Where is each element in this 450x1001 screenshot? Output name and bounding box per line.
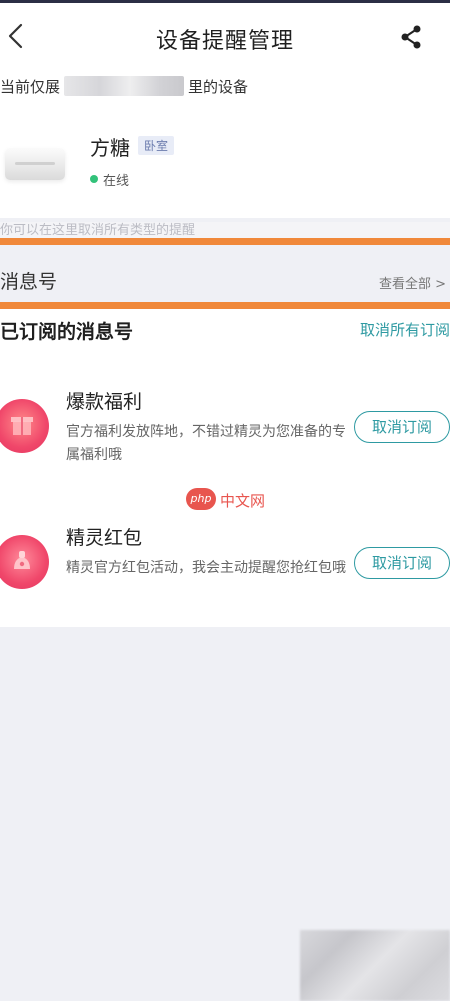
online-status-dot	[90, 175, 98, 183]
red-packet-icon	[0, 535, 49, 589]
blurred-corner-area	[300, 930, 450, 1001]
online-status-text: 在线	[103, 174, 130, 189]
item-name: 爆款福利	[66, 391, 143, 413]
view-all-link[interactable]: 查看全部 >	[379, 273, 446, 292]
list-item[interactable]: 精灵红包 精灵官方红包活动，我会主动提醒您抢红包哦 取消订阅	[0, 523, 450, 623]
unsubscribe-button[interactable]: 取消订阅	[354, 547, 450, 579]
device-name[interactable]: 方糖	[90, 132, 130, 161]
blurred-owner-name	[64, 76, 185, 96]
cancel-all-button[interactable]: 取消所有订阅	[360, 319, 450, 340]
highlight-line-top	[0, 238, 450, 245]
room-badge: 卧室	[138, 136, 175, 155]
gift-glyph	[11, 417, 33, 435]
share-button[interactable]	[390, 17, 430, 57]
current-prefix: 当前仅展	[0, 78, 61, 96]
device-image	[5, 148, 65, 180]
red-packet-glyph	[14, 551, 30, 569]
item-description: 精灵官方红包活动，我会主动提醒您抢红包哦	[66, 560, 346, 576]
share-icon	[401, 25, 421, 49]
device-section: 当前仅展 里的设备 方糖 卧室 在线	[0, 66, 450, 218]
watermark-text: 中文网	[220, 492, 266, 510]
list-item[interactable]: 爆款福利 官方福利发放阵地，不错过精灵为您准备的专属福利哦 取消订阅	[0, 387, 450, 487]
unsubscribe-button[interactable]: 取消订阅	[354, 411, 450, 443]
page-title: 设备提醒管理	[155, 29, 294, 54]
gift-icon	[0, 399, 49, 453]
item-name: 精灵红包	[66, 527, 143, 549]
watermark-badge: php	[186, 488, 216, 510]
subscribed-title: 已订阅的消息号	[0, 321, 134, 343]
current-device-label: 当前仅展 里的设备	[0, 76, 248, 97]
current-suffix: 里的设备	[188, 78, 249, 96]
message-number-label: 消息号	[0, 271, 58, 293]
highlight-line-bottom	[0, 302, 450, 309]
device-reminder-page: 设备提醒管理 当前仅展 里的设备 方糖 卧室 在线 你可以在这里取消所有类型的提醒…	[0, 0, 450, 1001]
message-number-row[interactable]: 消息号 查看全部 >	[0, 247, 450, 302]
subscribed-section: 已订阅的消息号 取消所有订阅 爆款福利 官方福利发放阵地，不错过精灵为您准备的专…	[0, 309, 450, 627]
top-navigation-bar: 设备提醒管理	[0, 0, 450, 66]
item-description: 官方福利发放阵地，不错过精灵为您准备的专属福利哦	[66, 424, 346, 463]
